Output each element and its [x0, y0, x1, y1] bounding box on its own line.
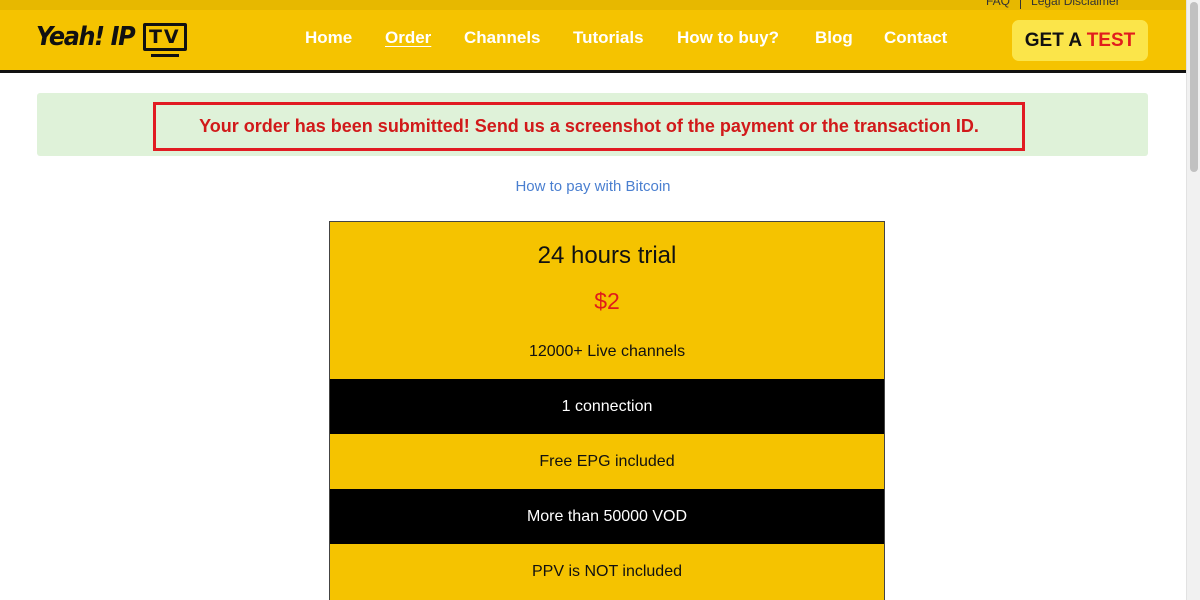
nav-home[interactable]: Home: [305, 27, 352, 51]
alert-message: Your order has been submitted! Send us a…: [199, 116, 979, 136]
trial-plan-card: 24 hours trial $2 12000+ Live channels 1…: [329, 221, 885, 600]
top-links: FAQ Legal Disclaimer: [986, 0, 1120, 9]
site-logo[interactable]: Yeah! IP TV: [36, 20, 189, 60]
cta-text-part1: GET A: [1024, 30, 1087, 51]
logo-text: Yeah! IP: [36, 22, 136, 52]
feature-vod: More than 50000 VOD: [330, 489, 884, 544]
tv-icon: TV: [141, 20, 189, 60]
top-link-divider: [1020, 0, 1022, 9]
scrollbar-thumb[interactable]: [1190, 2, 1198, 172]
plan-title: 24 hours trial: [537, 242, 677, 269]
feature-live-channels: 12000+ Live channels: [528, 343, 686, 360]
feature-connections: 1 connection: [330, 379, 884, 434]
tv-stand: [150, 54, 179, 57]
bitcoin-payment-link[interactable]: How to pay with Bitcoin: [480, 178, 706, 195]
get-a-test-button[interactable]: GET A TEST: [1012, 20, 1148, 61]
page-scrollbar[interactable]: [1186, 0, 1200, 600]
legal-disclaimer-link[interactable]: Legal Disclaimer: [1031, 0, 1120, 8]
nav-channels[interactable]: Channels: [464, 27, 541, 51]
nav-contact[interactable]: Contact: [884, 27, 947, 51]
alert-highlight-box: Your order has been submitted! Send us a…: [153, 102, 1025, 151]
site-header: FAQ Legal Disclaimer Yeah! IP TV Home Ord…: [0, 0, 1186, 73]
logo-tv-text: TV: [142, 23, 187, 51]
cta-text-part2: TEST: [1086, 30, 1136, 51]
top-utility-bar: FAQ Legal Disclaimer: [0, 0, 1186, 10]
feature-epg: Free EPG included: [539, 453, 675, 470]
nav-order[interactable]: Order: [385, 27, 431, 51]
nav-tutorials[interactable]: Tutorials: [573, 27, 644, 51]
faq-link[interactable]: FAQ: [986, 0, 1010, 8]
plan-price: $2: [594, 288, 620, 314]
nav-blog[interactable]: Blog: [815, 27, 853, 51]
nav-how-to-buy[interactable]: How to buy?: [677, 27, 779, 51]
feature-ppv: PPV is NOT included: [532, 563, 682, 580]
